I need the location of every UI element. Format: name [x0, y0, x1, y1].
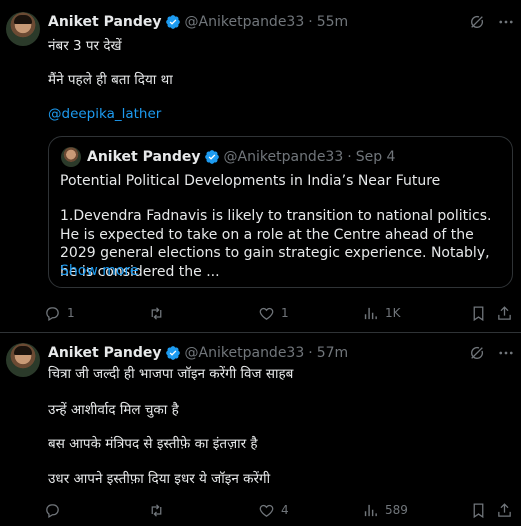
more-icon[interactable] — [497, 344, 515, 362]
views-button[interactable]: 589 — [362, 499, 408, 521]
quoted-avatar — [61, 147, 81, 167]
like-button[interactable]: 4 — [258, 499, 289, 521]
author-name[interactable]: Aniket Pandey — [48, 345, 162, 361]
author-handle[interactable]: @Aniketpande33 — [185, 345, 305, 361]
views-count: 589 — [385, 503, 408, 517]
quoted-author-handle: @Aniketpande33 — [223, 149, 344, 165]
verified-badge-icon — [165, 15, 180, 29]
retweet-button[interactable] — [148, 499, 171, 521]
bookmark-button[interactable] — [470, 302, 493, 324]
share-icon — [498, 305, 511, 320]
share-button[interactable] — [496, 302, 519, 324]
verified-badge-icon — [165, 346, 180, 360]
like-count: 4 — [281, 503, 289, 517]
bookmark-button[interactable] — [470, 499, 493, 521]
views-icon — [364, 504, 377, 516]
separator-dot: · — [347, 149, 352, 165]
grok-icon[interactable] — [469, 14, 485, 30]
quoted-tweet[interactable]: Aniket Pandey @Aniketpande33 · Sep 4 Pot… — [48, 136, 513, 288]
tweet[interactable]: Aniket Pandey @Aniketpande33 · 57m चित्र… — [0, 333, 521, 526]
views-button[interactable]: 1K — [362, 302, 401, 324]
reply-icon — [46, 306, 59, 321]
retweet-icon — [151, 306, 162, 320]
retweet-button[interactable] — [148, 302, 171, 324]
tweet[interactable]: Aniket Pandey @Aniketpande33 · 55m नंबर … — [0, 0, 521, 333]
show-more-link[interactable]: Show more — [60, 263, 139, 279]
bookmark-icon — [473, 305, 484, 321]
action-bar: 1 1 1K — [44, 302, 514, 324]
more-icon[interactable] — [497, 13, 515, 31]
tweet-text-line: चित्रा जी जल्दी ही भाजपा जॉइन करेंगी विज… — [48, 366, 294, 382]
views-icon — [364, 307, 377, 319]
avatar[interactable] — [6, 12, 40, 46]
separator-dot: · — [308, 14, 313, 30]
retweet-icon — [151, 503, 162, 517]
like-icon — [259, 307, 274, 320]
tweet-header: Aniket Pandey @Aniketpande33 · 55m — [48, 12, 348, 32]
tweet-text-line: उधर आपने इस्तीफ़ा दिया इधर ये जॉइन करेंग… — [48, 471, 271, 487]
bookmark-icon — [473, 502, 484, 518]
author-handle[interactable]: @Aniketpande33 — [185, 14, 305, 30]
grok-icon[interactable] — [469, 345, 485, 361]
reply-icon — [46, 503, 59, 518]
views-count: 1K — [385, 306, 401, 320]
like-count: 1 — [281, 306, 289, 320]
action-bar: 4 589 — [44, 499, 514, 521]
mention-link[interactable]: @deepika_lather — [48, 106, 161, 122]
share-icon — [498, 502, 511, 517]
reply-count: 1 — [67, 306, 75, 320]
tweet-text-line: उन्हें आशीर्वाद मिल चुका है — [48, 402, 179, 418]
timestamp[interactable]: 55m — [317, 14, 348, 30]
timestamp[interactable]: 57m — [317, 345, 348, 361]
quoted-title: Potential Political Developments in Indi… — [60, 173, 441, 189]
separator-dot: · — [308, 345, 313, 361]
tweet-text-line: नंबर 3 पर देखें — [48, 38, 122, 54]
quoted-timestamp: Sep 4 — [355, 149, 396, 165]
like-icon — [259, 504, 274, 517]
tweet-text-line: बस आपके मंत्रिपद से इस्तीफ़े का इंतज़ार … — [48, 436, 258, 452]
quoted-header: Aniket Pandey @Aniketpande33 · Sep 4 — [87, 147, 395, 167]
reply-button[interactable] — [44, 499, 67, 521]
quoted-author-name: Aniket Pandey — [87, 149, 201, 165]
share-button[interactable] — [496, 499, 519, 521]
avatar[interactable] — [6, 343, 40, 377]
author-name[interactable]: Aniket Pandey — [48, 14, 162, 30]
verified-badge-icon — [204, 150, 219, 164]
reply-button[interactable]: 1 — [44, 302, 75, 324]
tweet-header: Aniket Pandey @Aniketpande33 · 57m — [48, 343, 348, 363]
tweet-text-line: मैंने पहले ही बता दिया था — [48, 72, 173, 88]
like-button[interactable]: 1 — [258, 302, 289, 324]
